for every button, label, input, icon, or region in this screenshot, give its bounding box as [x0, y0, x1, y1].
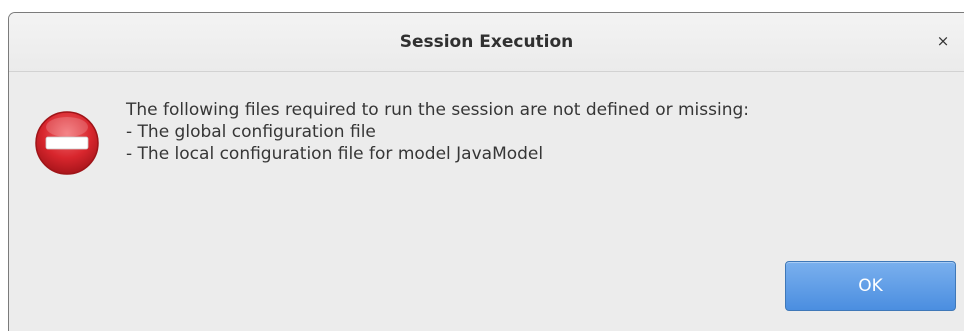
- message-line: - The local configuration file for model…: [126, 144, 544, 164]
- message-line: - The global configuration file: [126, 122, 376, 142]
- message-line: The following files required to run the …: [126, 100, 750, 120]
- error-icon: [35, 111, 99, 175]
- ok-button[interactable]: OK: [785, 261, 956, 311]
- session-execution-dialog: Session Execution × The following files …: [8, 12, 964, 331]
- dialog-titlebar: Session Execution ×: [9, 13, 964, 72]
- dialog-message: The following files required to run the …: [126, 99, 941, 165]
- close-icon: ×: [936, 32, 950, 50]
- close-button[interactable]: ×: [932, 30, 954, 52]
- dialog-title: Session Execution: [399, 32, 574, 52]
